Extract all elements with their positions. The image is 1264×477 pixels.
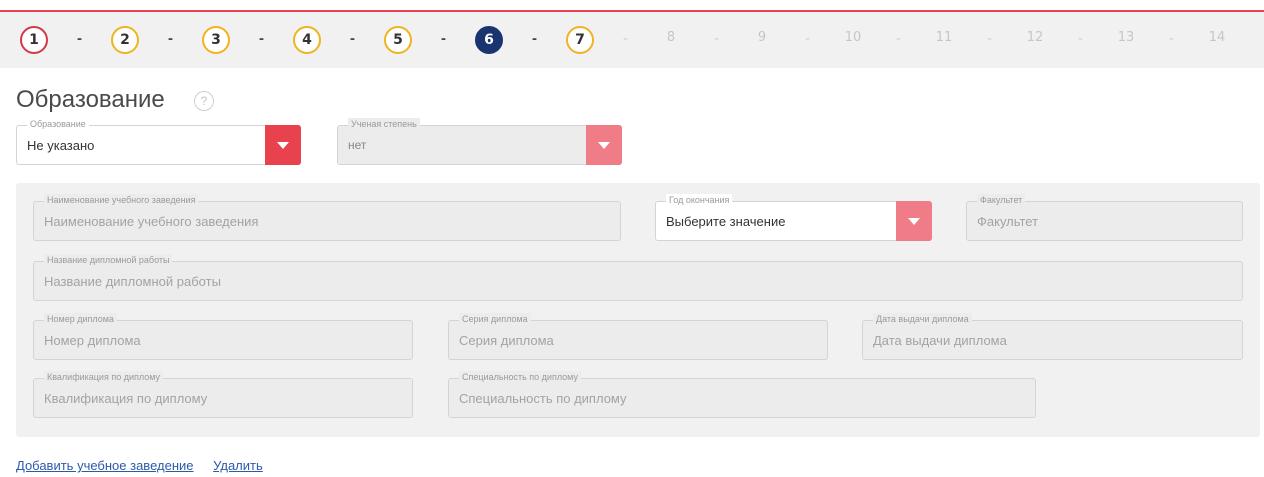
diploma-series-input[interactable]: Серия диплома Серия диплома — [448, 313, 828, 360]
diploma-number-placeholder: Номер диплома — [44, 332, 141, 348]
education-select[interactable]: Образование Не указано — [16, 118, 301, 165]
institution-name-input[interactable]: Наименование учебного заведения Наименов… — [33, 194, 621, 241]
education-select-value: Не указано — [27, 137, 95, 153]
specialty-placeholder: Специальность по диплому — [459, 390, 627, 406]
page-title: Образование — [16, 86, 165, 113]
graduation-year-select[interactable]: Год окончания Выберите значение — [655, 194, 932, 241]
step-14: 14 — [1208, 30, 1226, 45]
qualification-placeholder: Квалификация по диплому — [44, 390, 208, 406]
faculty-placeholder: Факультет — [977, 213, 1039, 229]
faculty-input[interactable]: Факультет Факультет — [966, 194, 1243, 241]
diploma-number-input[interactable]: Номер диплома Номер диплома — [33, 313, 413, 360]
step-9: 9 — [757, 30, 767, 45]
specialty-input[interactable]: Специальность по диплому Специальность п… — [448, 371, 1036, 418]
graduation-year-chevron-icon[interactable] — [896, 201, 932, 241]
thesis-title-input[interactable]: Название дипломной работы Название дипло… — [33, 254, 1243, 301]
step-separator: - — [1078, 30, 1083, 47]
step-7[interactable]: 7 — [566, 26, 594, 54]
step-12: 12 — [1026, 30, 1044, 45]
step-separator: - — [532, 30, 537, 47]
step-3[interactable]: 3 — [202, 26, 230, 54]
step-8: 8 — [666, 30, 676, 45]
add-institution-link[interactable]: Добавить учебное заведение — [16, 458, 194, 473]
thesis-title-placeholder: Название дипломной работы — [44, 273, 221, 289]
step-separator: - — [896, 30, 901, 47]
diploma-date-placeholder: Дата выдачи диплома — [873, 332, 1007, 348]
education-dropdown-chevron-icon[interactable] — [265, 125, 301, 165]
degree-select-value: нет — [348, 138, 367, 152]
step-separator: - — [441, 30, 446, 47]
step-4[interactable]: 4 — [293, 26, 321, 54]
institution-name-placeholder: Наименование учебного заведения — [44, 213, 259, 229]
step-separator: - — [77, 30, 82, 47]
diploma-date-input[interactable]: Дата выдачи диплома Дата выдачи диплома — [862, 313, 1243, 360]
step-separator: - — [623, 30, 628, 47]
degree-dropdown-chevron-icon[interactable] — [586, 125, 622, 165]
qualification-input[interactable]: Квалификация по диплому Квалификация по … — [33, 371, 413, 418]
step-separator: - — [1169, 30, 1174, 47]
step-6[interactable]: 6 — [475, 26, 503, 54]
remove-link[interactable]: Удалить — [213, 458, 263, 473]
help-icon[interactable]: ? — [194, 91, 214, 111]
graduation-year-value: Выберите значение — [666, 213, 786, 229]
step-separator: - — [805, 30, 810, 47]
step-separator: - — [714, 30, 719, 47]
step-1[interactable]: 1 — [20, 26, 48, 54]
wizard-stepper: 1 - 2 - 3 - 4 - 5 - 6 - 7 - 8 - 9 - 10 - 11 - 12 - 13 - 14 — [0, 10, 1264, 68]
step-11: 11 — [935, 30, 953, 45]
step-separator: - — [259, 30, 264, 47]
step-10: 10 — [844, 30, 862, 45]
step-13: 13 — [1117, 30, 1135, 45]
step-separator: - — [168, 30, 173, 47]
degree-select[interactable]: Ученая степень нет — [337, 118, 622, 165]
step-separator: - — [350, 30, 355, 47]
step-2[interactable]: 2 — [111, 26, 139, 54]
diploma-series-placeholder: Серия диплома — [459, 332, 554, 348]
action-links: Добавить учебное заведение Удалить — [16, 458, 279, 473]
step-5[interactable]: 5 — [384, 26, 412, 54]
step-separator: - — [987, 30, 992, 47]
